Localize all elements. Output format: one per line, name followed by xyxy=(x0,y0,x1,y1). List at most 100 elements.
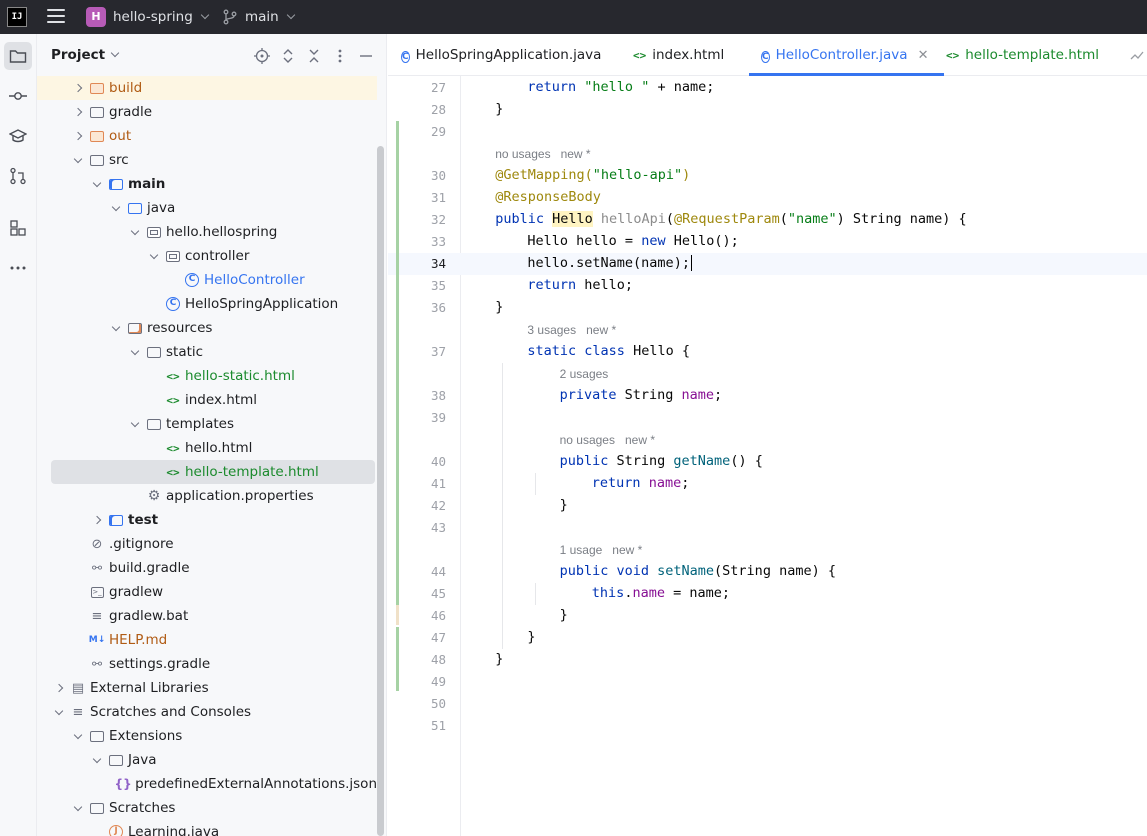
expand-all-icon[interactable] xyxy=(280,48,296,64)
close-tab-icon[interactable]: ✕ xyxy=(918,48,929,63)
tree-item[interactable]: ⚯ settings.gradle xyxy=(37,652,377,676)
code-line[interactable]: Hello hello = new Hello(); xyxy=(527,233,738,249)
chevron-down-icon[interactable] xyxy=(72,730,84,742)
project-tool-button[interactable] xyxy=(4,42,32,70)
chevron-down-icon[interactable] xyxy=(91,178,103,190)
chevron-down-icon[interactable] xyxy=(148,250,160,262)
tree-item[interactable]: C HelloController xyxy=(37,268,377,292)
chevron-right-icon[interactable] xyxy=(91,514,103,526)
tree-item[interactable]: hello.hellospring xyxy=(37,220,377,244)
tree-item[interactable]: ≡ gradlew.bat xyxy=(37,604,377,628)
vcs-change-marker[interactable] xyxy=(396,121,399,625)
tree-item[interactable]: <> hello.html xyxy=(37,436,377,460)
chevron-down-icon[interactable] xyxy=(91,754,103,766)
editor-tab[interactable]: C HelloController.java ✕ xyxy=(748,34,946,76)
chevron-down-icon[interactable] xyxy=(129,226,141,238)
tree-item[interactable]: gradle xyxy=(37,100,377,124)
more-tools-button[interactable] xyxy=(4,254,32,282)
vcs-change-marker[interactable] xyxy=(396,627,399,691)
tree-item[interactable]: ▤ External Libraries xyxy=(37,676,377,700)
chevron-right-icon[interactable] xyxy=(72,82,84,94)
code-line[interactable]: public String getName() { xyxy=(560,453,763,469)
tree-item[interactable]: <> index.html xyxy=(37,388,377,412)
chevron-down-icon[interactable] xyxy=(110,202,122,214)
tree-item[interactable]: ⚙ application.properties xyxy=(37,484,377,508)
tree-item[interactable]: ⚯ build.gradle xyxy=(37,556,377,580)
vcs-change-marker[interactable] xyxy=(396,605,399,625)
chevron-down-icon[interactable] xyxy=(72,154,84,166)
tree-item[interactable]: J Learning.java xyxy=(37,820,377,836)
chevron-right-icon[interactable] xyxy=(72,130,84,142)
vcs-branch-widget[interactable]: main xyxy=(222,6,295,28)
chevron-down-icon[interactable] xyxy=(129,418,141,430)
locate-file-icon[interactable] xyxy=(254,48,270,64)
chevron-right-icon[interactable] xyxy=(53,682,65,694)
code-line[interactable]: @GetMapping("hello-api") xyxy=(495,167,690,183)
tree-item[interactable]: src xyxy=(37,148,377,172)
tree-item[interactable]: test xyxy=(37,508,377,532)
code-line[interactable]: this.name = name; xyxy=(592,585,730,601)
tree-item[interactable]: build xyxy=(37,76,377,100)
project-tree-scrollbar[interactable] xyxy=(377,146,384,836)
code-line[interactable]: return hello; xyxy=(527,277,633,293)
usages-inlay-hint[interactable]: 1 usage new * xyxy=(560,543,643,557)
learn-tool-button[interactable] xyxy=(4,122,32,150)
code-line[interactable]: return "hello " + name; xyxy=(527,79,714,95)
editor-tab[interactable]: <> index.html xyxy=(633,34,724,76)
line-number[interactable]: 51 xyxy=(388,718,446,733)
chevron-down-icon[interactable] xyxy=(129,346,141,358)
code-line[interactable]: return name; xyxy=(592,475,690,491)
tree-item[interactable]: Scratches xyxy=(37,796,377,820)
collapse-all-icon[interactable] xyxy=(306,48,322,64)
code-line[interactable]: } xyxy=(560,497,568,513)
code-line[interactable]: } xyxy=(495,299,503,315)
tree-item[interactable]: static xyxy=(37,340,377,364)
usages-inlay-hint[interactable]: 3 usages new * xyxy=(527,323,616,337)
chevron-down-icon[interactable] xyxy=(53,706,65,718)
tree-item[interactable]: Extensions xyxy=(37,724,377,748)
pull-requests-tool-button[interactable] xyxy=(4,162,32,190)
tabs-overflow-icon[interactable] xyxy=(1129,47,1145,63)
tree-item[interactable]: M↓ HELP.md xyxy=(37,628,377,652)
tree-item[interactable]: main xyxy=(37,172,377,196)
commit-tool-button[interactable] xyxy=(4,82,32,110)
main-menu-icon[interactable] xyxy=(47,9,65,25)
code-line[interactable]: } xyxy=(527,629,535,645)
code-line[interactable]: public Hello helloApi(@RequestParam("nam… xyxy=(495,211,967,227)
line-number[interactable]: 50 xyxy=(388,696,446,711)
tree-item[interactable]: templates xyxy=(37,412,377,436)
tree-item[interactable]: resources xyxy=(37,316,377,340)
usages-inlay-hint[interactable]: no usages new * xyxy=(560,433,655,447)
tree-item[interactable]: {} predefinedExternalAnnotations.json xyxy=(37,772,377,796)
line-number[interactable]: 27 xyxy=(388,80,446,95)
code-line[interactable]: public void setName(String name) { xyxy=(560,563,836,579)
code-line[interactable]: hello.setName(name); xyxy=(527,255,693,271)
chevron-down-icon[interactable] xyxy=(72,802,84,814)
editor-tab[interactable]: C HelloSpringApplication.java xyxy=(401,34,601,76)
code-line[interactable]: } xyxy=(495,651,503,667)
hide-panel-icon[interactable] xyxy=(358,48,374,64)
tree-item[interactable]: Java xyxy=(37,748,377,772)
chevron-right-icon[interactable] xyxy=(72,106,84,118)
options-menu-icon[interactable] xyxy=(332,48,348,64)
structure-tool-button[interactable] xyxy=(4,214,32,242)
code-line[interactable]: static class Hello { xyxy=(527,343,690,359)
line-number[interactable]: 28 xyxy=(388,102,446,117)
intellij-logo-icon[interactable]: IJ xyxy=(7,7,27,27)
tree-item[interactable]: controller xyxy=(37,244,377,268)
editor-tab[interactable]: <> hello-template.html xyxy=(946,34,1099,76)
project-widget[interactable]: H hello-spring xyxy=(86,6,210,28)
code-line[interactable]: @ResponseBody xyxy=(495,189,601,205)
chevron-down-icon[interactable] xyxy=(110,322,122,334)
code-line[interactable]: } xyxy=(560,607,568,623)
tree-item[interactable]: <> hello-static.html xyxy=(37,364,377,388)
code-line[interactable]: private String name; xyxy=(560,387,723,403)
code-editor[interactable]: 27 return "hello " + name; 28} 29 no usages … xyxy=(388,76,1147,836)
tree-item[interactable]: C HelloSpringApplication xyxy=(37,292,377,316)
tree-item[interactable]: ≡ Scratches and Consoles xyxy=(37,700,377,724)
tree-item[interactable]: >_ gradlew xyxy=(37,580,377,604)
tree-item[interactable]: <> hello-template.html xyxy=(51,460,375,484)
usages-inlay-hint[interactable]: no usages new * xyxy=(495,147,590,161)
tree-item[interactable]: out xyxy=(37,124,377,148)
usages-inlay-hint[interactable]: 2 usages xyxy=(560,367,609,381)
